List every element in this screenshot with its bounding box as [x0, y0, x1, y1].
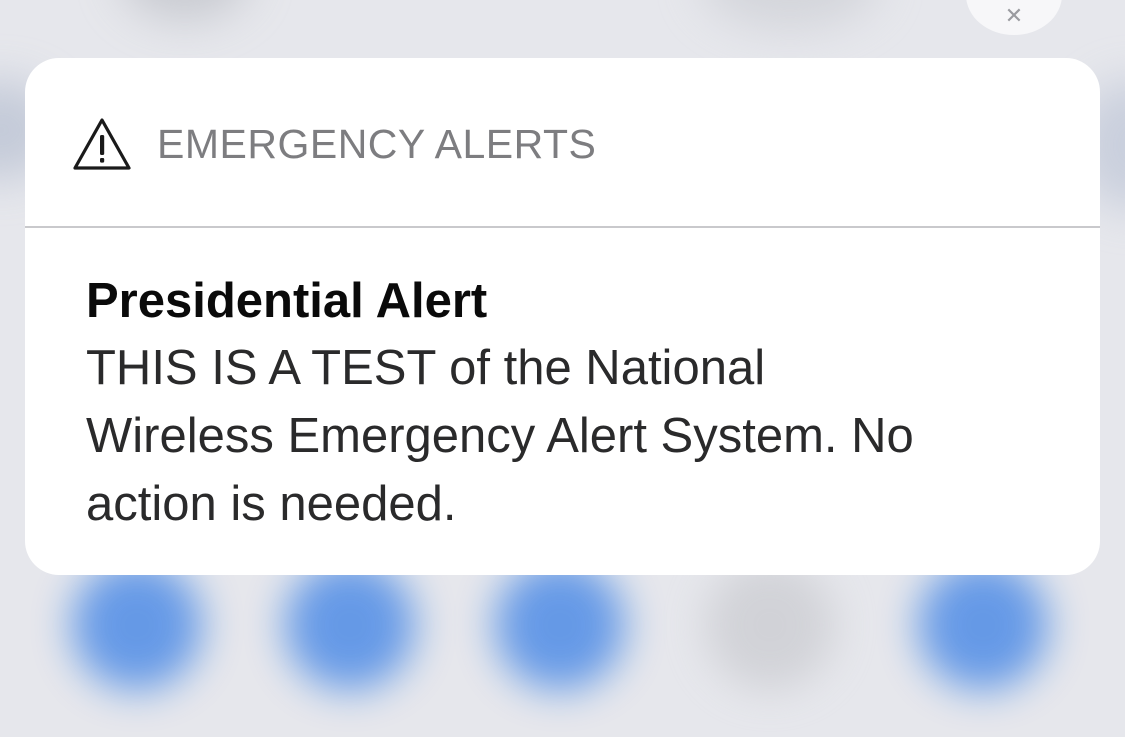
alert-message: THIS IS A TEST of the National Wireless …	[86, 334, 1060, 538]
blurred-app-icon	[495, 560, 625, 690]
notification-body: Presidential Alert THIS IS A TEST of the…	[25, 228, 1100, 538]
app-name: EMERGENCY ALERTS	[157, 120, 597, 167]
alert-title: Presidential Alert	[86, 274, 488, 328]
alert-message-line: action is needed.	[86, 477, 457, 531]
close-icon: ✕	[1004, 3, 1024, 28]
lock-screen: ✕ EMERGENCY ALERTS Presidential Alert TH…	[0, 0, 1125, 737]
blurred-app-icon	[285, 560, 415, 690]
notification-header: EMERGENCY ALERTS	[25, 58, 1100, 226]
warning-triangle-icon	[73, 118, 131, 170]
blurred-app-icon	[705, 560, 835, 690]
blurred-app-icon	[72, 560, 202, 690]
dismiss-button[interactable]: ✕	[966, 0, 1062, 35]
alert-message-line: Wireless Emergency Alert System. No	[86, 409, 914, 463]
blurred-background-shape	[700, 0, 880, 30]
blurred-app-icon	[918, 560, 1048, 690]
blurred-background-shape	[120, 0, 250, 20]
alert-message-line: THIS IS A TEST of the National	[86, 341, 766, 395]
emergency-alert-notification[interactable]: EMERGENCY ALERTS Presidential Alert THIS…	[25, 58, 1100, 575]
